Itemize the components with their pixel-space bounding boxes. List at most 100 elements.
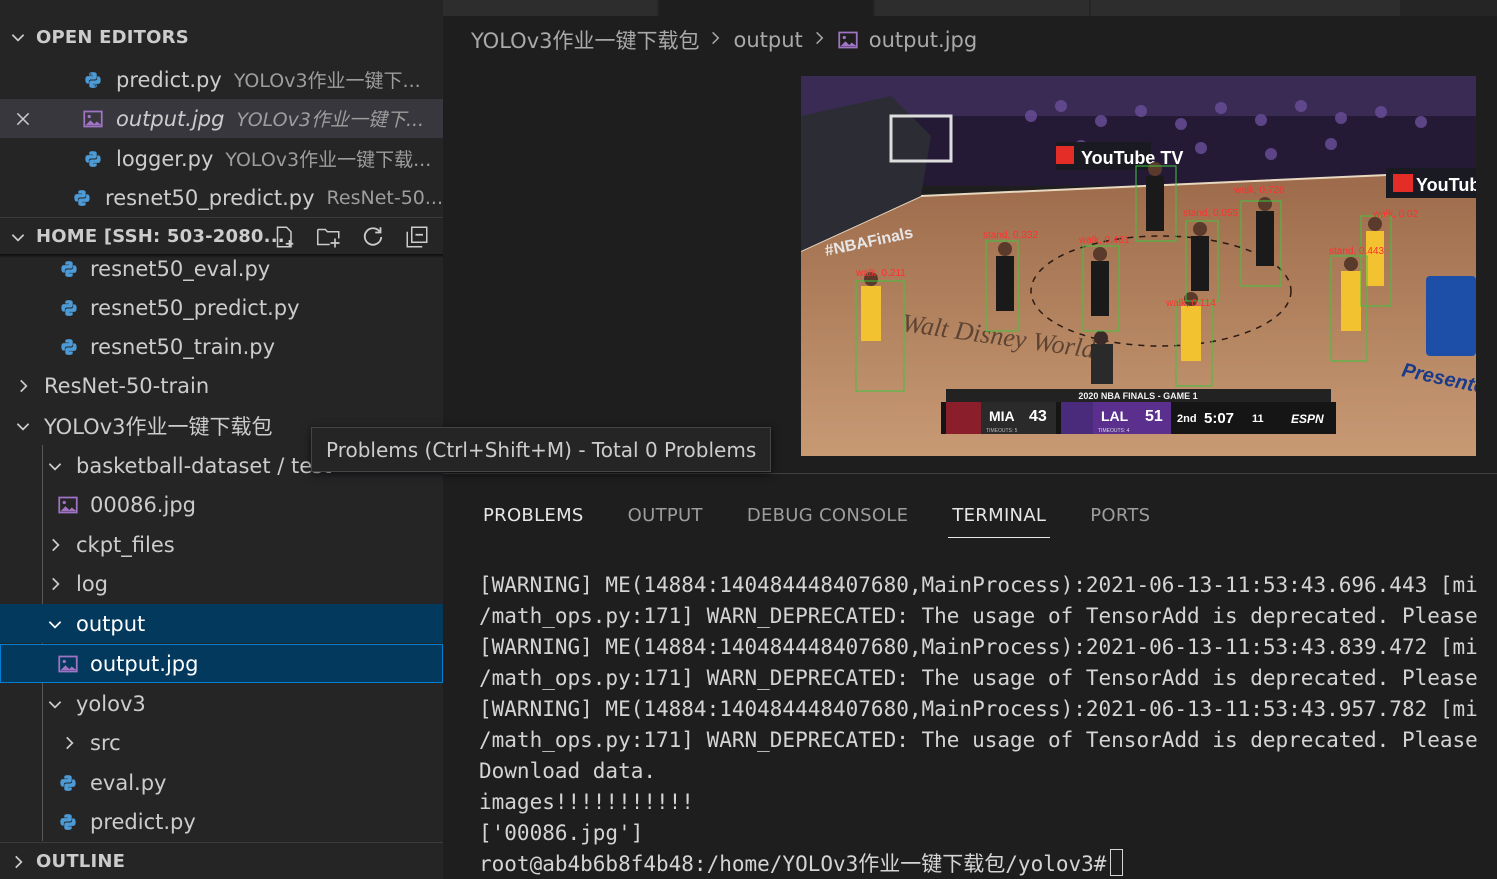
banner-youtube: YouTube [1416, 175, 1476, 195]
open-editor-desc: ResNet-50... [326, 186, 443, 209]
open-editors-header[interactable]: OPEN EDITORS [0, 18, 443, 56]
tree-item-label: ckpt_files [76, 532, 175, 557]
scoreboard-home-timeouts: TIMEOUTS: 5 [986, 428, 1018, 434]
tree-item-label: output [76, 611, 146, 636]
basketball-detection-image: YouTube TV YouTube #NBAFinals Walt Disne… [801, 76, 1476, 456]
detection-label: stand, 0.055 [1183, 208, 1238, 219]
panel-tabs: PROBLEMS OUTPUT DEBUG CONSOLE TERMINAL P… [483, 492, 1150, 538]
tree-item-folder[interactable]: ResNet-50-train [0, 366, 443, 405]
python-icon [57, 772, 79, 794]
tree-item-label: predict.py [90, 809, 196, 834]
terminal-line: [WARNING] ME(14884:140484448407680,MainP… [479, 573, 1478, 597]
tab-output[interactable]: OUTPUT [628, 492, 703, 538]
terminal-cursor [1110, 849, 1124, 876]
tree-item-file-focused[interactable]: output.jpg [0, 644, 443, 683]
scoreboard-away-score: 51 [1145, 408, 1163, 425]
open-editors-title: OPEN EDITORS [36, 26, 189, 48]
terminal-line: images!!!!!!!!!!! [479, 790, 694, 814]
editor-tab[interactable] [443, 0, 658, 16]
banner-youtube-tv: YouTube TV [1081, 148, 1183, 168]
terminal-output[interactable]: [WARNING] ME(14884:140484448407680,MainP… [479, 570, 1478, 879]
tree-item-label: log [76, 571, 109, 596]
open-editor-name: resnet50_predict.py [105, 185, 315, 210]
chevron-down-icon [0, 615, 64, 633]
python-icon [58, 336, 80, 358]
tab-terminal[interactable]: TERMINAL [948, 492, 1051, 538]
chevron-down-icon [0, 228, 36, 246]
outline-title: OUTLINE [36, 851, 126, 872]
tab-ports[interactable]: PORTS [1090, 492, 1150, 538]
open-editor-desc: YOLOv3作业一键下... [233, 70, 421, 92]
new-file-icon[interactable] [271, 223, 299, 251]
detection-label: walk, 0.211 [855, 268, 906, 279]
detection-label: walk, 0.02 [1372, 209, 1418, 220]
detection-label: walk, 0.461 [1078, 235, 1130, 246]
editor-tab-strip [443, 0, 1497, 16]
chevron-right-icon [709, 28, 723, 53]
breadcrumb-subfolder[interactable]: output [733, 28, 802, 52]
refresh-icon[interactable] [359, 223, 387, 251]
tab-problems[interactable]: PROBLEMS [483, 492, 584, 538]
scoreboard-away: LAL [1101, 408, 1129, 424]
tree-item-label: ResNet-50-train [44, 373, 210, 398]
tree-item-folder[interactable]: ckpt_files [0, 525, 443, 564]
tree-item-folder[interactable]: log [0, 564, 443, 603]
detection-label: walk, 0.726 [1233, 185, 1285, 196]
scoreboard-home: MIA [989, 408, 1015, 424]
scoreboard-shot-clock: 11 [1252, 413, 1264, 425]
chevron-right-icon [0, 377, 32, 395]
tree-item-folder-selected[interactable]: output [0, 604, 443, 643]
image-icon [82, 108, 104, 130]
tree-item-file[interactable]: 00086.jpg [0, 485, 443, 524]
tree-item-file[interactable]: eval.py [0, 763, 443, 802]
open-editor-name: predict.py [116, 67, 222, 92]
tree-item-file[interactable]: predict.py [0, 802, 443, 841]
terminal-prompt-line[interactable]: root@ab4b6b8f4b48:/home/YOLOv3作业一键下载包/yo… [479, 849, 1478, 879]
problems-tooltip: Problems (Ctrl+Shift+M) - Total 0 Proble… [311, 427, 772, 472]
editor-tab[interactable] [875, 0, 1090, 16]
chevron-down-icon [0, 417, 32, 435]
open-editor-item[interactable]: resnet50_predict.py ResNet-50... [0, 178, 443, 217]
tree-item-label: src [90, 730, 121, 755]
open-editor-desc: YOLOv3作业一键下载... [225, 149, 432, 171]
python-icon [58, 297, 80, 319]
editor-tab-active[interactable] [659, 0, 874, 16]
open-editor-item-active[interactable]: output.jpg YOLOv3作业一键下... [0, 99, 443, 138]
open-editor-item[interactable]: predict.py YOLOv3作业一键下... [0, 60, 443, 99]
python-icon [71, 187, 93, 209]
tree-item-file[interactable]: resnet50_train.py [0, 327, 443, 366]
chevron-down-icon [0, 28, 36, 46]
tab-debug-console[interactable]: DEBUG CONSOLE [747, 492, 909, 538]
collapse-all-icon[interactable] [403, 223, 431, 251]
breadcrumb-file[interactable]: output.jpg [869, 28, 977, 52]
chevron-down-icon [0, 695, 64, 713]
tree-item-label: 00086.jpg [90, 492, 196, 517]
terminal-line: /math_ops.py:171] WARN_DEPRECATED: The u… [479, 728, 1478, 752]
chevron-right-icon [813, 28, 827, 53]
open-editor-item[interactable]: logger.py YOLOv3作业一键下载... [0, 139, 443, 178]
tree-item-label: output.jpg [90, 651, 199, 676]
scoreboard-quarter: 2nd [1177, 413, 1197, 425]
image-preview[interactable]: YouTube TV YouTube #NBAFinals Walt Disne… [801, 76, 1476, 456]
detection-label: stand, 0.443 [1329, 246, 1384, 257]
detection-label: walk, 0.114 [1165, 298, 1216, 309]
breadcrumb-folder[interactable]: YOLOv3作业一键下载包 [471, 25, 699, 55]
tree-item-label: basketball-dataset / test [76, 453, 332, 478]
python-icon [82, 148, 104, 170]
bottom-panel: PROBLEMS OUTPUT DEBUG CONSOLE TERMINAL P… [443, 473, 1497, 879]
tree-item-label: resnet50_eval.py [90, 256, 271, 281]
terminal-line: [WARNING] ME(14884:140484448407680,MainP… [479, 697, 1478, 721]
outline-header[interactable]: OUTLINE [0, 842, 443, 879]
close-icon[interactable] [0, 110, 46, 128]
tree-item-file[interactable]: resnet50_predict.py [0, 288, 443, 327]
tree-item-folder[interactable]: src [0, 723, 443, 762]
scoreboard-network: ESPN [1291, 412, 1324, 426]
detection-label: stand, 0.332 [983, 230, 1038, 241]
chevron-down-icon [0, 457, 64, 475]
chevron-right-icon [0, 575, 64, 593]
open-editor-name: output.jpg [116, 106, 225, 131]
editor-tab[interactable] [1091, 0, 1401, 16]
new-folder-icon[interactable] [315, 223, 343, 251]
tree-item-folder[interactable]: yolov3 [0, 684, 443, 723]
tree-item-file[interactable]: resnet50_eval.py [0, 249, 443, 288]
